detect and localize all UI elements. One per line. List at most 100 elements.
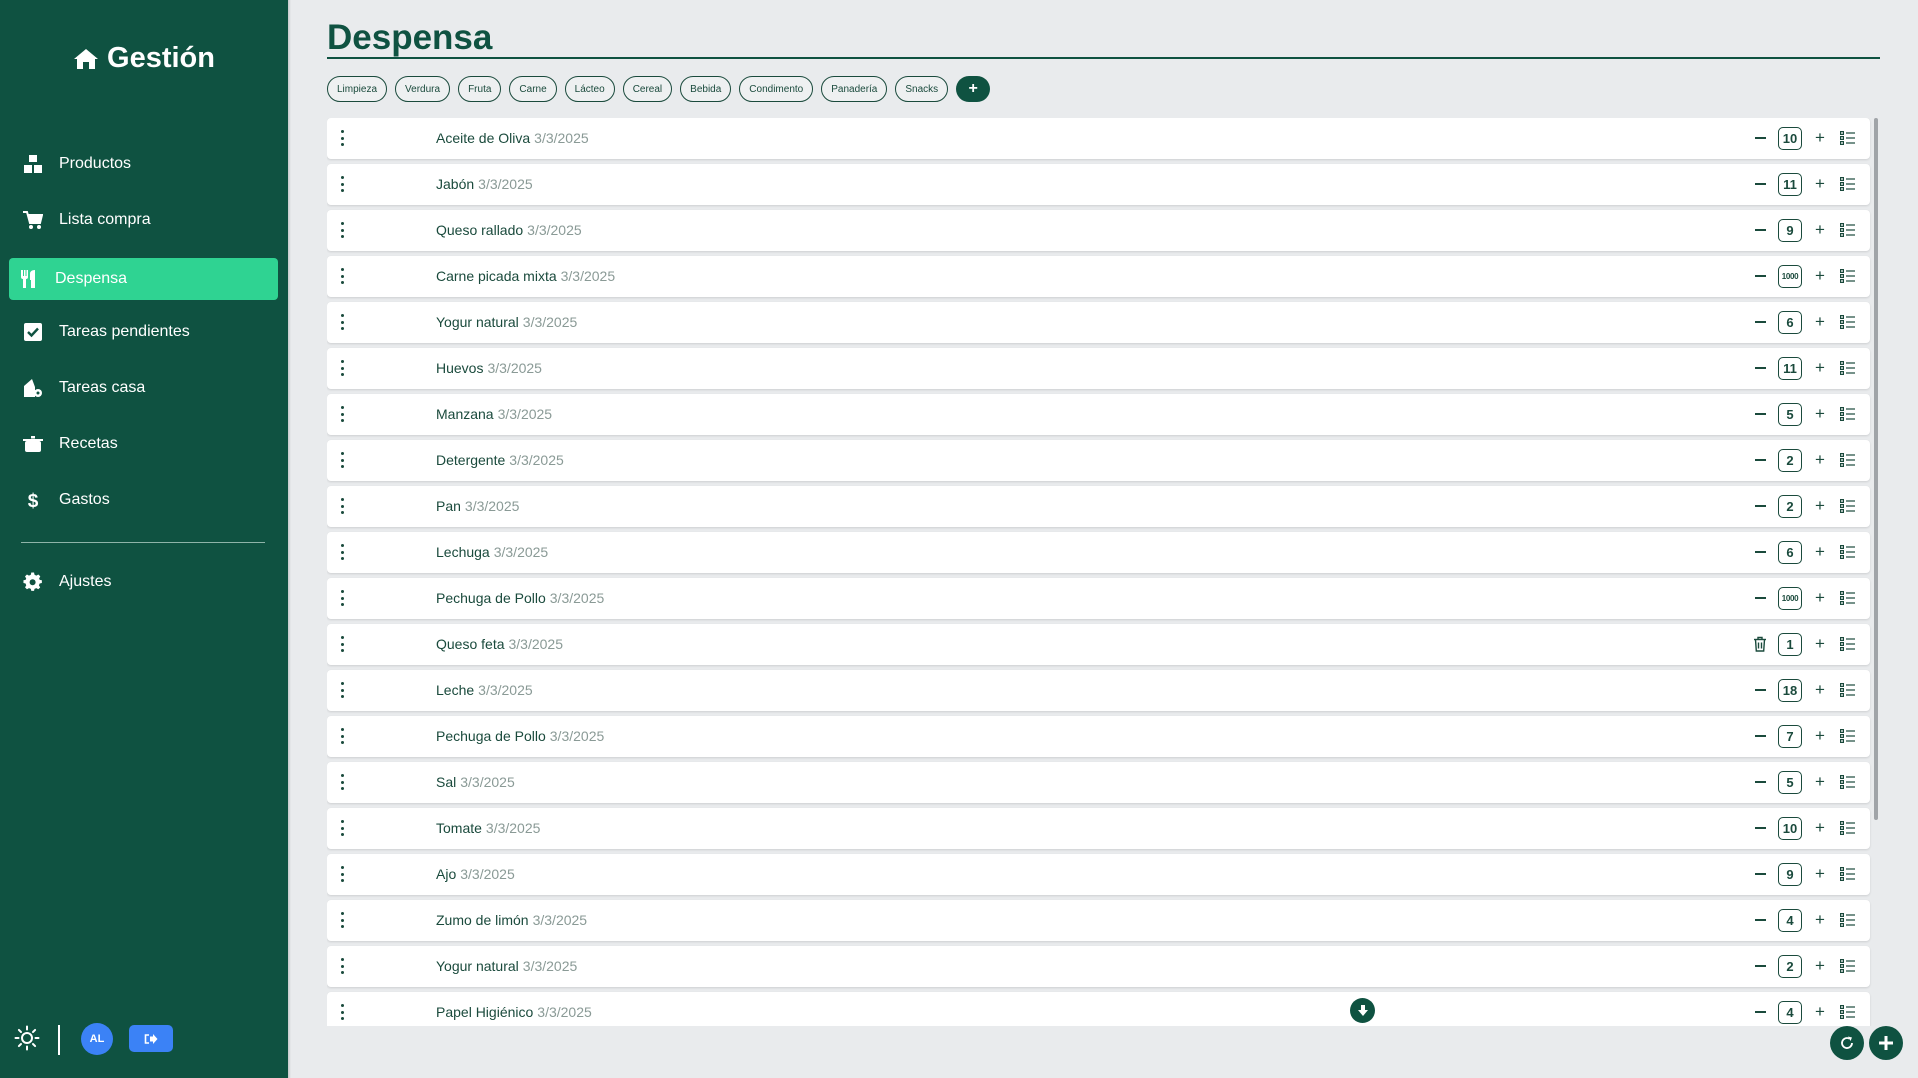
- more-options-icon[interactable]: [339, 636, 345, 652]
- list-item[interactable]: Detergente 3/3/2025 2 +: [327, 440, 1870, 481]
- quantity-badge[interactable]: 6: [1778, 541, 1802, 564]
- list-details-icon[interactable]: [1840, 177, 1855, 192]
- sidebar-item-gastos[interactable]: $ Gastos: [9, 479, 278, 521]
- list-scrollbar[interactable]: [1874, 118, 1878, 820]
- more-options-icon[interactable]: [339, 1004, 345, 1020]
- increment-button[interactable]: +: [1812, 1001, 1828, 1023]
- decrement-button[interactable]: [1752, 771, 1768, 793]
- more-options-icon[interactable]: [339, 176, 345, 192]
- quantity-badge[interactable]: 4: [1778, 909, 1802, 932]
- increment-button[interactable]: +: [1812, 173, 1828, 195]
- decrement-button[interactable]: [1752, 311, 1768, 333]
- increment-button[interactable]: +: [1812, 725, 1828, 747]
- brand[interactable]: Gestión: [0, 42, 288, 75]
- decrement-button[interactable]: [1752, 679, 1768, 701]
- quantity-badge[interactable]: 9: [1778, 863, 1802, 886]
- sidebar-item-recetas[interactable]: Recetas: [9, 423, 278, 465]
- quantity-badge[interactable]: 2: [1778, 449, 1802, 472]
- list-details-icon[interactable]: [1840, 637, 1855, 652]
- trash-icon[interactable]: [1753, 636, 1767, 652]
- list-item[interactable]: Queso rallado 3/3/2025 9 +: [327, 210, 1870, 251]
- decrement-button[interactable]: [1752, 725, 1768, 747]
- more-options-icon[interactable]: [339, 590, 345, 606]
- increment-button[interactable]: +: [1812, 311, 1828, 333]
- list-details-icon[interactable]: [1840, 913, 1855, 928]
- more-options-icon[interactable]: [339, 360, 345, 376]
- list-item[interactable]: Carne picada mixta 3/3/2025 1000 +: [327, 256, 1870, 297]
- decrement-button[interactable]: [1752, 173, 1768, 195]
- quantity-badge[interactable]: 2: [1778, 495, 1802, 518]
- decrement-button[interactable]: [1752, 219, 1768, 241]
- list-item[interactable]: Pechuga de Pollo 3/3/2025 7 +: [327, 716, 1870, 757]
- quantity-badge[interactable]: 10: [1778, 817, 1802, 840]
- list-item[interactable]: Sal 3/3/2025 5 +: [327, 762, 1870, 803]
- more-options-icon[interactable]: [339, 774, 345, 790]
- list-item[interactable]: Pan 3/3/2025 2 +: [327, 486, 1870, 527]
- increment-button[interactable]: +: [1812, 495, 1828, 517]
- list-item[interactable]: Yogur natural 3/3/2025 2 +: [327, 946, 1870, 987]
- more-options-icon[interactable]: [339, 958, 345, 974]
- more-options-icon[interactable]: [339, 728, 345, 744]
- quantity-badge[interactable]: 9: [1778, 219, 1802, 242]
- sidebar-item-tareas-casa[interactable]: Tareas casa: [9, 367, 278, 409]
- list-details-icon[interactable]: [1840, 821, 1855, 836]
- more-options-icon[interactable]: [339, 452, 345, 468]
- more-options-icon[interactable]: [339, 314, 345, 330]
- category-chip[interactable]: Condimento: [739, 76, 814, 102]
- avatar[interactable]: AL: [81, 1023, 113, 1055]
- list-details-icon[interactable]: [1840, 867, 1855, 882]
- category-chip[interactable]: Fruta: [458, 76, 502, 102]
- quantity-badge[interactable]: 11: [1778, 357, 1802, 380]
- category-chip[interactable]: Limpieza: [327, 76, 388, 102]
- list-item[interactable]: Leche 3/3/2025 18 +: [327, 670, 1870, 711]
- decrement-button[interactable]: [1752, 909, 1768, 931]
- decrement-button[interactable]: [1752, 863, 1768, 885]
- list-details-icon[interactable]: [1840, 453, 1855, 468]
- list-details-icon[interactable]: [1840, 775, 1855, 790]
- sidebar-item-despensa[interactable]: Despensa: [9, 258, 278, 300]
- scroll-down-button[interactable]: [1350, 998, 1375, 1023]
- quantity-badge[interactable]: 5: [1778, 771, 1802, 794]
- quantity-badge[interactable]: 5: [1778, 403, 1802, 426]
- increment-button[interactable]: +: [1812, 771, 1828, 793]
- category-chip[interactable]: Cereal: [622, 76, 673, 102]
- list-item[interactable]: Papel Higiénico 3/3/2025 4 +: [327, 992, 1870, 1026]
- list-item[interactable]: Pechuga de Pollo 3/3/2025 1000 +: [327, 578, 1870, 619]
- more-options-icon[interactable]: [339, 544, 345, 560]
- list-details-icon[interactable]: [1840, 729, 1855, 744]
- refresh-button[interactable]: [1830, 1026, 1864, 1060]
- sidebar-item-tareas-pendientes[interactable]: Tareas pendientes: [9, 311, 278, 353]
- sidebar-item-lista-compra[interactable]: Lista compra: [9, 199, 278, 241]
- list-details-icon[interactable]: [1840, 407, 1855, 422]
- more-options-icon[interactable]: [339, 268, 345, 284]
- sidebar-item-ajustes[interactable]: Ajustes: [9, 561, 278, 603]
- list-details-icon[interactable]: [1840, 499, 1855, 514]
- add-category-button[interactable]: +: [956, 76, 991, 102]
- more-options-icon[interactable]: [339, 222, 345, 238]
- quantity-badge[interactable]: 11: [1778, 173, 1802, 196]
- list-details-icon[interactable]: [1840, 315, 1855, 330]
- logout-button[interactable]: [129, 1025, 173, 1052]
- decrement-button[interactable]: [1752, 955, 1768, 977]
- decrement-button[interactable]: [1752, 403, 1768, 425]
- quantity-badge[interactable]: 2: [1778, 955, 1802, 978]
- list-details-icon[interactable]: [1840, 545, 1855, 560]
- list-item[interactable]: Huevos 3/3/2025 11 +: [327, 348, 1870, 389]
- list-item[interactable]: Aceite de Oliva 3/3/2025 10 +: [327, 118, 1870, 159]
- increment-button[interactable]: +: [1812, 955, 1828, 977]
- increment-button[interactable]: +: [1812, 127, 1828, 149]
- more-options-icon[interactable]: [339, 866, 345, 882]
- increment-button[interactable]: +: [1812, 403, 1828, 425]
- theme-toggle-sun-icon[interactable]: [14, 1025, 40, 1051]
- category-chip[interactable]: Verdura: [395, 76, 451, 102]
- decrement-button[interactable]: [1752, 127, 1768, 149]
- list-details-icon[interactable]: [1840, 131, 1855, 146]
- increment-button[interactable]: +: [1812, 863, 1828, 885]
- increment-button[interactable]: +: [1812, 679, 1828, 701]
- list-item[interactable]: Yogur natural 3/3/2025 6 +: [327, 302, 1870, 343]
- increment-button[interactable]: +: [1812, 633, 1828, 655]
- list-item[interactable]: Manzana 3/3/2025 5 +: [327, 394, 1870, 435]
- increment-button[interactable]: +: [1812, 357, 1828, 379]
- more-options-icon[interactable]: [339, 130, 345, 146]
- more-options-icon[interactable]: [339, 682, 345, 698]
